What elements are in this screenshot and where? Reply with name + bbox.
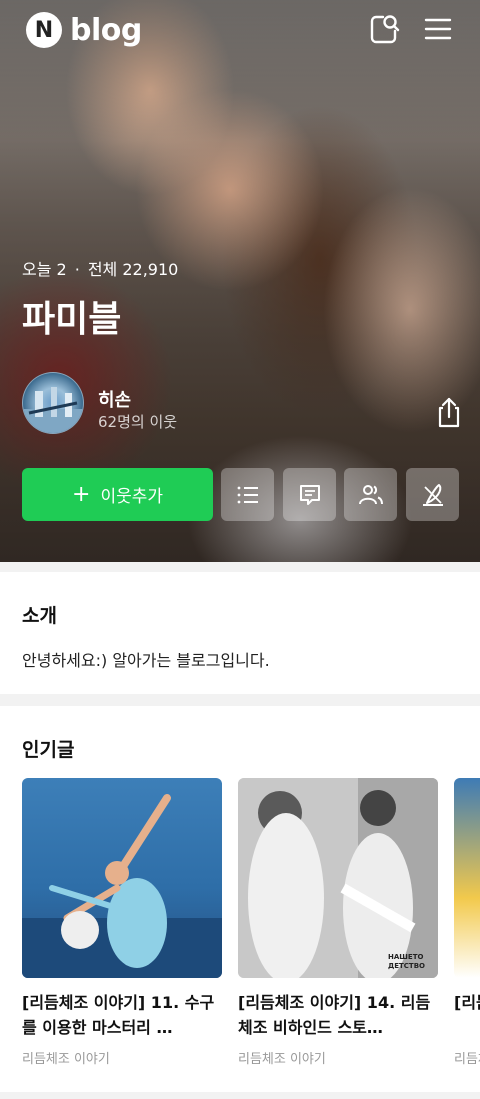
intro-heading: 소개: [22, 605, 57, 627]
neighbors-button[interactable]: [344, 468, 397, 521]
add-neighbor-label: 이웃추가: [100, 487, 163, 507]
blog-cover: N blog 오늘 2 · 전체 22,910 파미블 히손 62명의 이웃 + 이…: [0, 0, 480, 562]
watermark-line1: НАШЕТО: [388, 953, 424, 961]
avatar-image: [23, 387, 83, 433]
popular-post-card[interactable]: НАШЕТО ДЕТСТВО [리듬체조 이야기] 14. 리듬체조 비하인드 …: [238, 778, 438, 1067]
naver-blog-logo[interactable]: N blog: [26, 12, 142, 48]
post-category: 리듬체조 이야기: [22, 1052, 110, 1067]
owner-name[interactable]: 히손: [98, 386, 131, 412]
post-category: 리듬체조 이야기: [238, 1052, 326, 1067]
intro-text: 안녕하세요:) 알아가는 블로그입니다.: [22, 651, 270, 670]
archive-photo: [238, 778, 438, 978]
post-thumbnail: [454, 778, 480, 978]
intro-section: 소개 안녕하세요:) 알아가는 블로그입니다.: [0, 572, 480, 694]
post-title[interactable]: [리듬체조 이야기] 14. 리듬체조 비하인드 스토…: [238, 990, 438, 1040]
write-icon: [422, 483, 443, 506]
post-thumbnail: НАШЕТО ДЕТСТВО: [238, 778, 438, 978]
popular-posts-section: 인기글 [리듬체조 이야기] 11. 수구를 이용한 마스터리 … 리듬체조 이…: [0, 706, 480, 1092]
total-count: 전체 22,910: [87, 260, 179, 279]
search-note-icon[interactable]: [368, 12, 402, 46]
blog-title: 파미블: [22, 299, 122, 340]
add-neighbor-button[interactable]: + 이웃추가: [22, 468, 213, 521]
neighbor-count: 62명의 이웃: [98, 413, 178, 431]
naver-logo-mark: N: [26, 12, 62, 48]
post-thumbnail: [22, 778, 222, 978]
menu-icon[interactable]: [422, 12, 456, 46]
write-button[interactable]: [406, 468, 459, 521]
popular-post-card[interactable]: [리듬체조 이야기] 11. 수구를 이용한 마스터리 … 리듬체조 이야기: [22, 778, 222, 1067]
neighbors-icon: [358, 484, 383, 504]
visitor-stats: 오늘 2 · 전체 22,910: [22, 256, 178, 280]
post-title[interactable]: [리듬체조 이야기] 11. 수구를 이용한 마스터리 …: [22, 990, 222, 1040]
comment-icon: [299, 484, 320, 505]
stats-separator: ·: [74, 260, 80, 279]
today-count: 오늘 2: [22, 260, 67, 279]
plus-icon: +: [72, 482, 91, 507]
post-title[interactable]: [리듬체조 이야기]: [454, 990, 480, 1040]
popular-post-card[interactable]: [리듬체조 이야기] 리듬체조 이야기: [454, 778, 480, 1067]
owner-avatar[interactable]: [22, 372, 84, 434]
post-category: 리듬체조 이야기: [454, 1052, 480, 1067]
blog-logo-text: blog: [70, 12, 142, 48]
popular-heading: 인기글: [22, 739, 75, 761]
share-icon[interactable]: [432, 396, 466, 430]
post-list-button[interactable]: [221, 468, 274, 521]
guestbook-button[interactable]: [283, 468, 336, 521]
list-icon: [237, 486, 258, 503]
watermark-line2: ДЕТСТВО: [388, 962, 425, 970]
gymnast-photo: [22, 794, 222, 978]
